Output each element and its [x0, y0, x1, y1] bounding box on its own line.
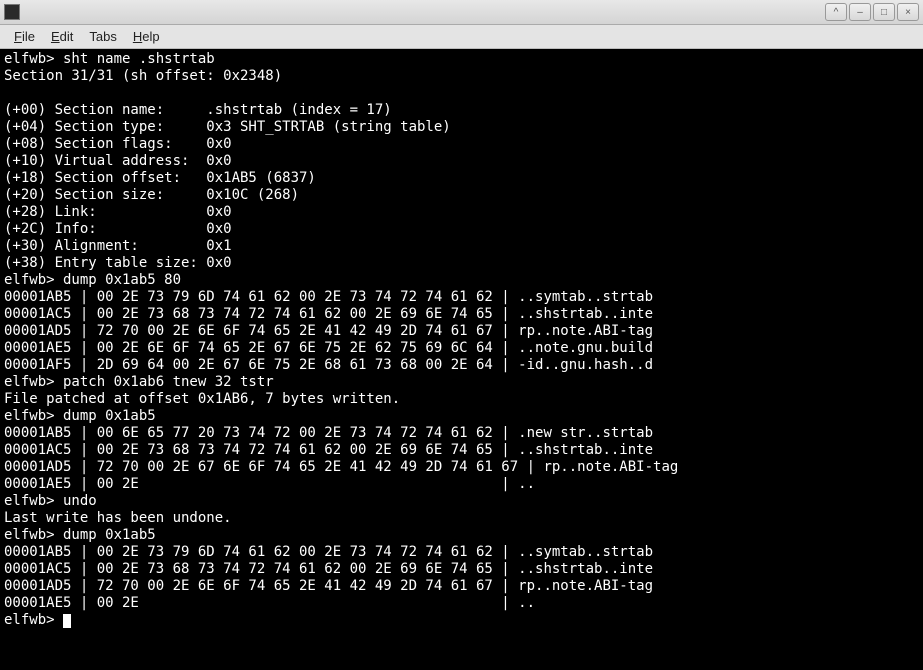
menu-edit[interactable]: Edit — [43, 27, 81, 46]
terminal-line: (+08) Section flags: 0x0 — [4, 136, 919, 153]
menu-file[interactable]: File — [6, 27, 43, 46]
terminal-line: (+28) Link: 0x0 — [4, 204, 919, 221]
terminal-line: elfwb> sht name .shstrtab — [4, 51, 919, 68]
window-close-button[interactable]: × — [897, 3, 919, 21]
terminal-line — [4, 85, 919, 102]
terminal-line: (+18) Section offset: 0x1AB5 (6837) — [4, 170, 919, 187]
window-up-button[interactable]: ^ — [825, 3, 847, 21]
terminal-cursor — [63, 614, 71, 628]
terminal-line: elfwb> patch 0x1ab6 tnew 32 tstr — [4, 374, 919, 391]
terminal-icon — [4, 4, 20, 20]
menu-tabs[interactable]: Tabs — [81, 27, 124, 46]
terminal-line: 00001AD5 | 72 70 00 2E 6E 6F 74 65 2E 41… — [4, 578, 919, 595]
terminal-line: Last write has been undone. — [4, 510, 919, 527]
terminal-line: Section 31/31 (sh offset: 0x2348) — [4, 68, 919, 85]
terminal-output[interactable]: elfwb> sht name .shstrtabSection 31/31 (… — [0, 49, 923, 670]
terminal-line: (+04) Section type: 0x3 SHT_STRTAB (stri… — [4, 119, 919, 136]
terminal-line: 00001AE5 | 00 2E 6E 6F 74 65 2E 67 6E 75… — [4, 340, 919, 357]
terminal-line: 00001AB5 | 00 6E 65 77 20 73 74 72 00 2E… — [4, 425, 919, 442]
menu-file-rest: ile — [22, 29, 35, 44]
window-titlebar: ^ – □ × — [0, 0, 923, 25]
terminal-line: (+30) Alignment: 0x1 — [4, 238, 919, 255]
menu-tabs-text: Tabs — [89, 29, 116, 44]
terminal-line: 00001AC5 | 00 2E 73 68 73 74 72 74 61 62… — [4, 306, 919, 323]
terminal-line: 00001AB5 | 00 2E 73 79 6D 74 61 62 00 2E… — [4, 289, 919, 306]
terminal-line: 00001AE5 | 00 2E | .. — [4, 595, 919, 612]
terminal-line: 00001AC5 | 00 2E 73 68 73 74 72 74 61 62… — [4, 561, 919, 578]
terminal-line: elfwb> dump 0x1ab5 — [4, 527, 919, 544]
terminal-line: (+38) Entry table size: 0x0 — [4, 255, 919, 272]
terminal-line: (+10) Virtual address: 0x0 — [4, 153, 919, 170]
terminal-line: File patched at offset 0x1AB6, 7 bytes w… — [4, 391, 919, 408]
window-controls: ^ – □ × — [825, 3, 919, 21]
terminal-line: elfwb> undo — [4, 493, 919, 510]
terminal-line: 00001AE5 | 00 2E | .. — [4, 476, 919, 493]
window-minimize-button[interactable]: – — [849, 3, 871, 21]
terminal-line: 00001AF5 | 2D 69 64 00 2E 67 6E 75 2E 68… — [4, 357, 919, 374]
terminal-line: 00001AC5 | 00 2E 73 68 73 74 72 74 61 62… — [4, 442, 919, 459]
terminal-line: elfwb> — [4, 612, 919, 629]
window-maximize-button[interactable]: □ — [873, 3, 895, 21]
terminal-line: 00001AB5 | 00 2E 73 79 6D 74 61 62 00 2E… — [4, 544, 919, 561]
terminal-line: (+00) Section name: .shstrtab (index = 1… — [4, 102, 919, 119]
terminal-line: 00001AD5 | 72 70 00 2E 67 6E 6F 74 65 2E… — [4, 459, 919, 476]
terminal-line: elfwb> dump 0x1ab5 80 — [4, 272, 919, 289]
menubar: File Edit Tabs Help — [0, 25, 923, 49]
menu-help-rest: elp — [142, 29, 159, 44]
menu-edit-rest: dit — [60, 29, 74, 44]
terminal-line: elfwb> dump 0x1ab5 — [4, 408, 919, 425]
terminal-line: (+2C) Info: 0x0 — [4, 221, 919, 238]
terminal-line: 00001AD5 | 72 70 00 2E 6E 6F 74 65 2E 41… — [4, 323, 919, 340]
terminal-line: (+20) Section size: 0x10C (268) — [4, 187, 919, 204]
menu-help[interactable]: Help — [125, 27, 168, 46]
